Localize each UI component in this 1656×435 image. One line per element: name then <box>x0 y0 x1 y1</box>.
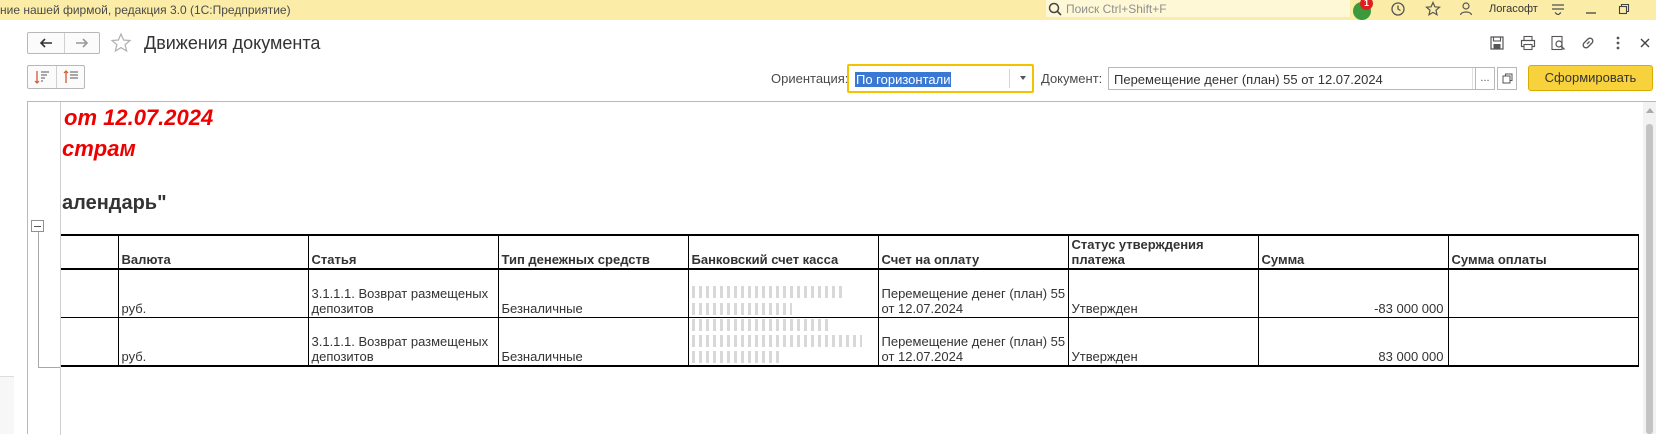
chevron-down-icon[interactable] <box>1020 76 1026 80</box>
app-title-bar: ние нашей фирмой, редакция 3.0 (1С:Предп… <box>0 0 1656 20</box>
document-open-button[interactable] <box>1497 67 1517 90</box>
table-header-row: Валюта Статья Тип денежных средств Банко… <box>61 234 1639 270</box>
status-cell: Утвержден <box>1067 317 1259 367</box>
orientation-label: Ориентация: <box>771 71 849 86</box>
app-title: ние нашей фирмой, редакция 3.0 (1С:Предп… <box>0 3 291 17</box>
column-header: Сумма <box>1257 234 1449 270</box>
document-value: Перемещение денег (план) 55 от 12.07.202… <box>1114 72 1383 87</box>
movements-table: Валюта Статья Тип денежных средств Банко… <box>61 234 1639 367</box>
sort-ascending-icon <box>34 71 49 84</box>
history-icon[interactable] <box>1387 0 1409 18</box>
sort-descending-icon <box>63 70 78 83</box>
favorite-star-icon[interactable] <box>110 32 132 54</box>
table-row[interactable]: руб. 3.1.1.1. Возврат размещеных депозит… <box>61 317 1639 367</box>
document-label: Документ: <box>1041 71 1103 86</box>
minimize-icon[interactable] <box>1580 0 1602 18</box>
search-input[interactable] <box>1066 1 1336 16</box>
paid-amount-cell <box>1447 317 1639 367</box>
column-header: Счет на оплату <box>877 234 1069 270</box>
report-title-date: от 12.07.2024 <box>64 105 214 130</box>
amount-cell: 83 000 000 <box>1257 317 1449 367</box>
cash-type-cell: Безналичные <box>497 317 689 367</box>
notifications-button[interactable]: 1 <box>1352 0 1374 20</box>
invoice-cell: Перемещение денег (план) 55 от 12.07.202… <box>877 269 1069 318</box>
currency-cell: руб. <box>117 317 309 367</box>
bank-account-cell <box>687 269 879 318</box>
report-spreadsheet[interactable]: от 12.07.2024 страм алендарь" Валюта Ста… <box>27 101 1656 435</box>
collapse-group-button[interactable] <box>31 220 44 232</box>
more-actions-icon[interactable] <box>1608 33 1628 53</box>
invoice-cell: Перемещение денег (план) 55 от 12.07.202… <box>877 317 1069 367</box>
redacted-text <box>691 303 792 316</box>
page-title: Движения документа <box>144 33 321 53</box>
column-header: Тип денежных средств <box>497 234 689 270</box>
restore-window-icon[interactable] <box>1613 0 1635 18</box>
article-cell: 3.1.1.1. Возврат размещеных депозитов <box>307 317 499 367</box>
document-select[interactable]: Перемещение денег (план) 55 от 12.07.202… <box>1108 67 1493 90</box>
orientation-value: По горизонтали <box>855 72 952 87</box>
back-button[interactable] <box>28 33 64 53</box>
search-icon <box>1048 2 1062 16</box>
menu-icon[interactable] <box>1547 0 1569 18</box>
redacted-text <box>691 285 842 298</box>
column-header: Сумма оплаты <box>1447 234 1639 270</box>
currency-cell: руб. <box>117 269 309 318</box>
redacted-text <box>691 334 862 347</box>
close-icon[interactable] <box>1635 33 1655 53</box>
scrollbar-thumb[interactable] <box>1646 124 1653 434</box>
column-header: Банковский счет касса <box>687 234 879 270</box>
amount-cell: -83 000 000 <box>1257 269 1449 318</box>
sort-buttons <box>27 65 85 89</box>
paid-amount-cell <box>1447 269 1639 318</box>
scroll-up-arrow-icon[interactable] <box>1646 108 1654 113</box>
arrow-left-icon <box>39 38 52 48</box>
arrow-right-icon <box>75 38 88 48</box>
print-preview-icon[interactable] <box>1548 33 1568 53</box>
global-search[interactable] <box>1046 0 1350 17</box>
link-icon[interactable] <box>1578 33 1598 53</box>
save-icon[interactable] <box>1487 33 1507 53</box>
favorites-star-icon[interactable] <box>1422 0 1444 18</box>
bank-account-cell <box>687 317 879 367</box>
table-row[interactable]: руб. 3.1.1.1. Возврат размещеных депозит… <box>61 269 1639 318</box>
cash-type-cell: Безналичные <box>497 269 689 318</box>
column-header: Валюта <box>117 234 309 270</box>
open-icon <box>1502 73 1512 84</box>
column-header <box>61 234 119 270</box>
document-choose-button[interactable]: ... <box>1475 67 1495 90</box>
redacted-text <box>691 319 832 332</box>
column-header: Статус утверждения платежа <box>1067 234 1259 270</box>
sort-ascending-button[interactable] <box>28 66 56 88</box>
forward-button[interactable] <box>63 33 100 53</box>
generate-report-button[interactable]: Сформировать <box>1528 65 1653 91</box>
column-header: Статья <box>307 234 499 270</box>
print-icon[interactable] <box>1518 33 1538 53</box>
redacted-text <box>691 351 782 364</box>
status-cell: Утвержден <box>1067 269 1259 318</box>
report-title-line2: страм <box>62 136 136 161</box>
notification-count-badge: 1 <box>1360 0 1373 10</box>
side-panel-edge <box>0 376 14 434</box>
report-subtitle: алендарь" <box>62 192 167 214</box>
article-cell: 3.1.1.1. Возврат размещеных депозитов <box>307 269 499 318</box>
user-icon[interactable] <box>1455 0 1477 18</box>
vertical-scrollbar[interactable] <box>1643 102 1656 434</box>
user-name: Логасофт <box>1489 3 1538 15</box>
history-navigation <box>27 32 100 54</box>
orientation-select[interactable]: По горизонтали <box>847 64 1034 93</box>
group-outline <box>38 232 39 367</box>
sort-descending-button[interactable] <box>56 66 84 88</box>
